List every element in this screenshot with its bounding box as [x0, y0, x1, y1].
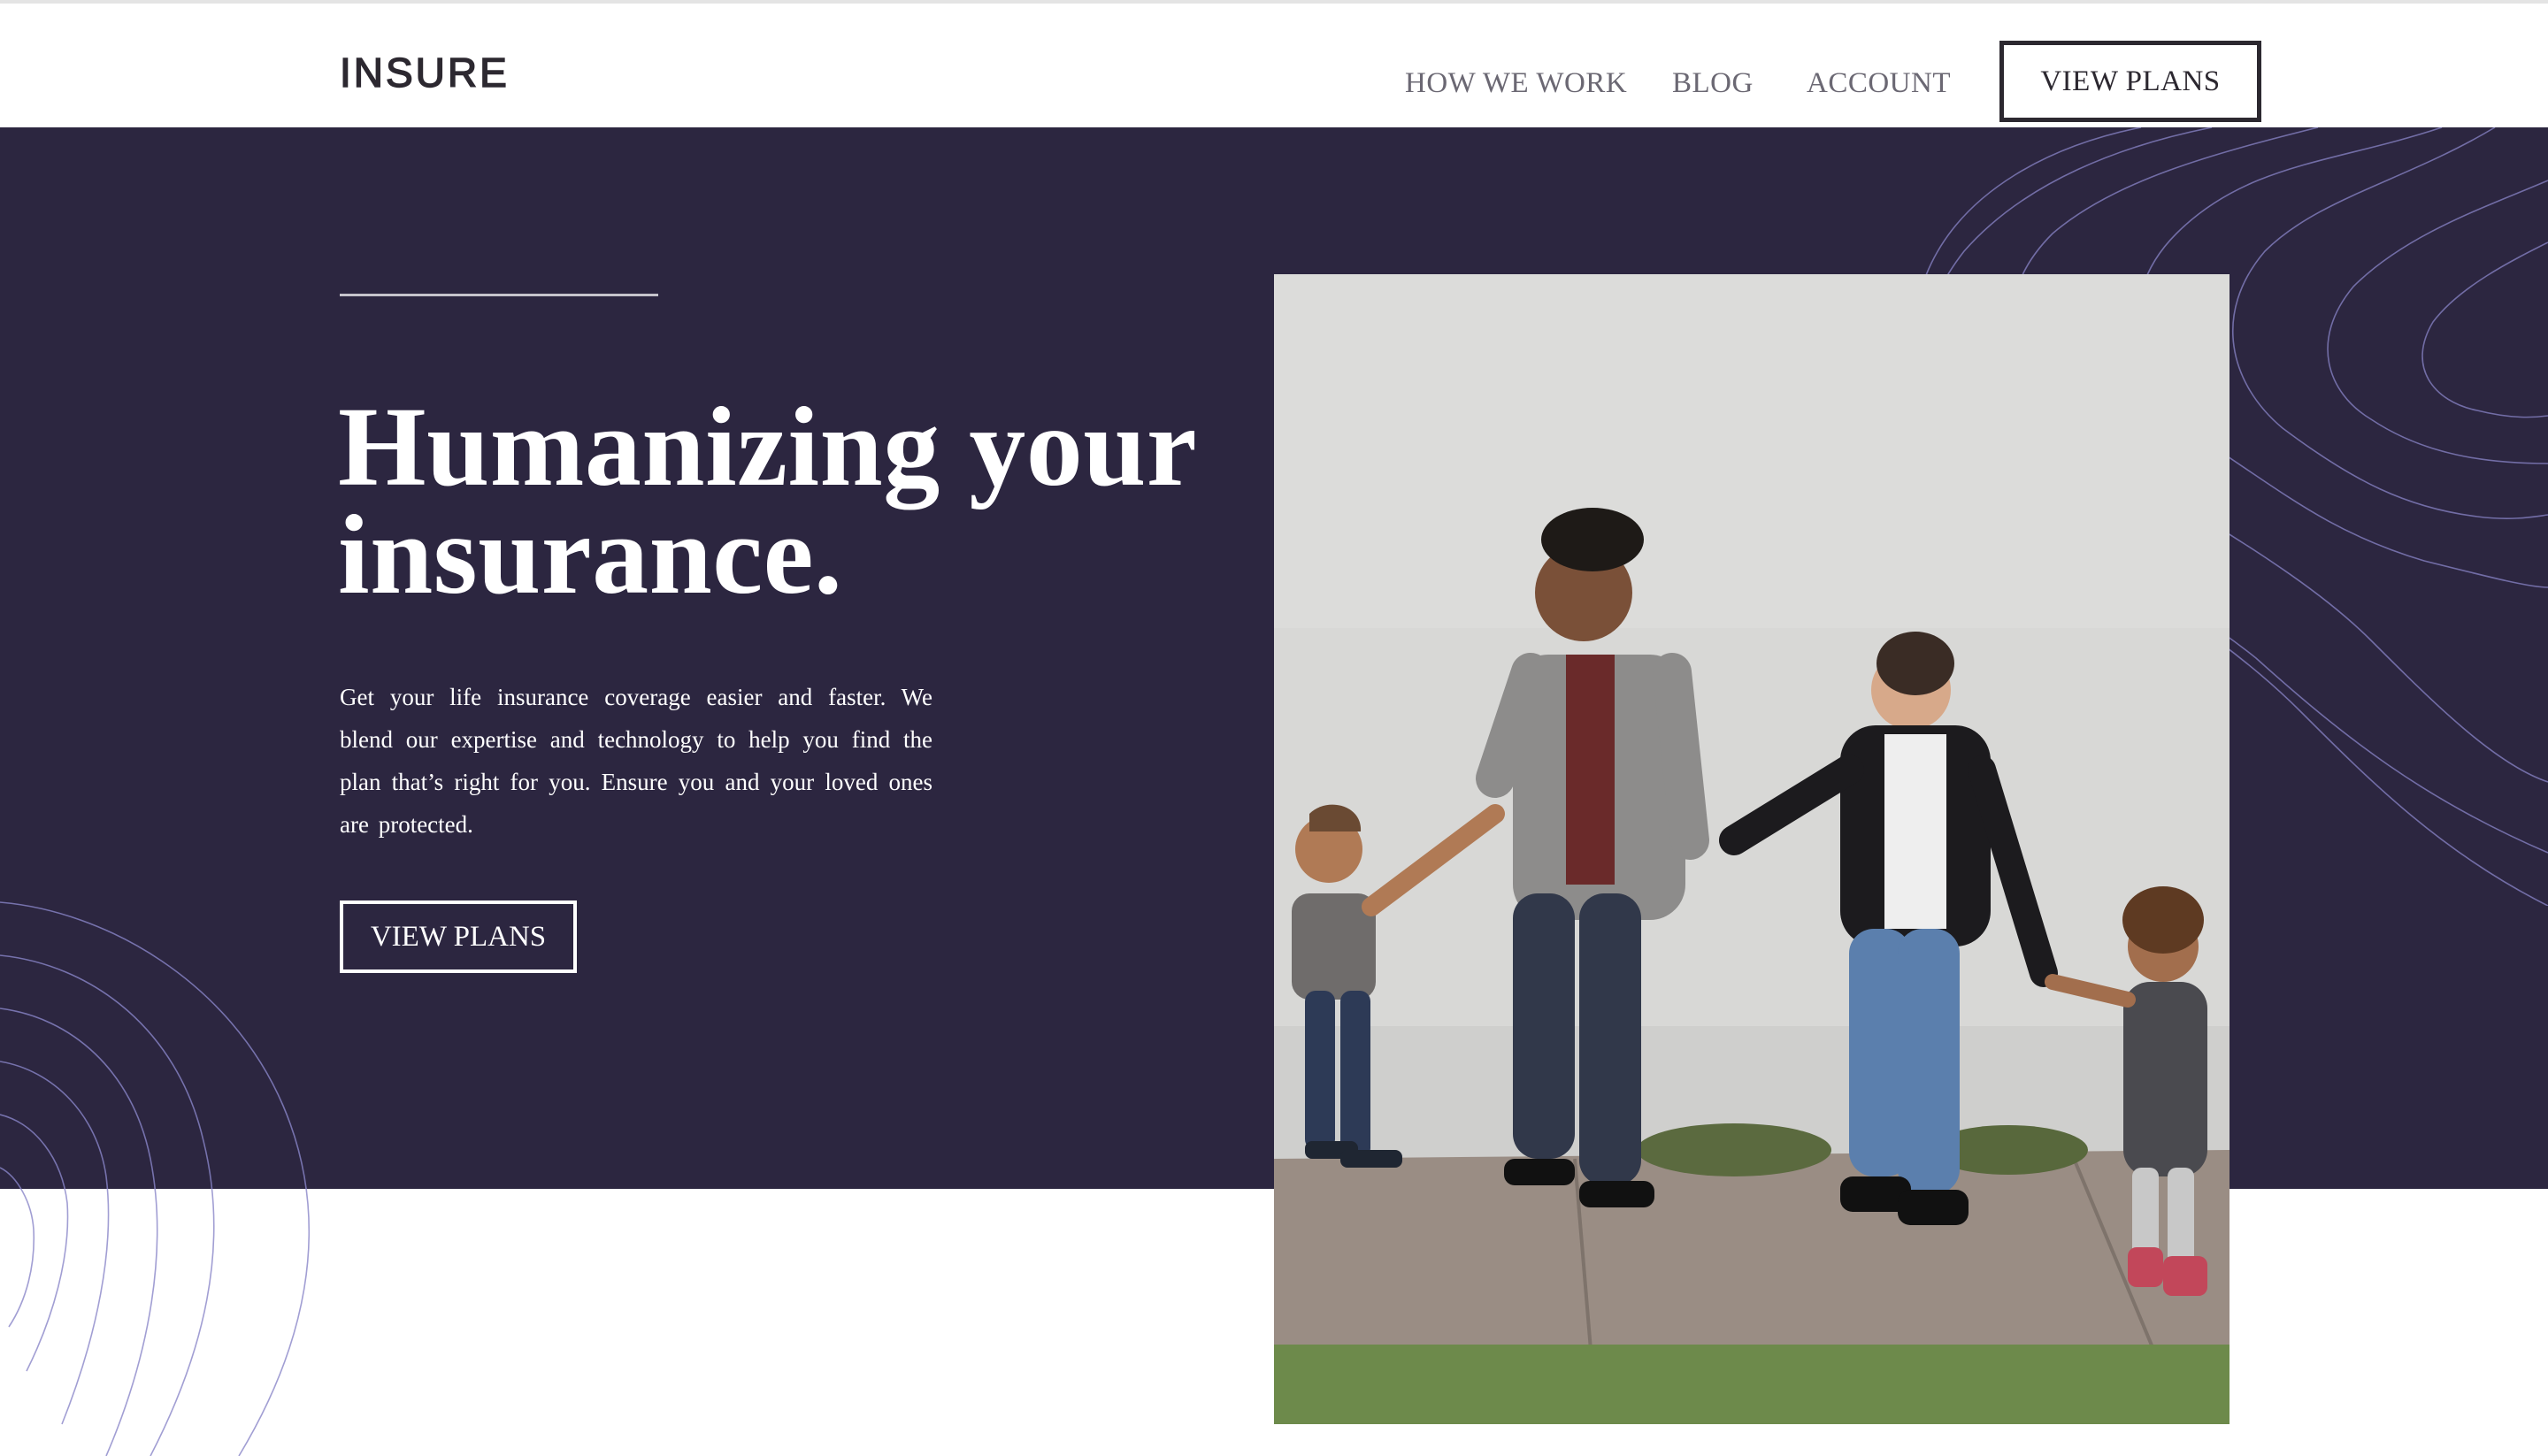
nav-account[interactable]: ACCOUNT	[1807, 65, 1951, 101]
family-photo	[1274, 274, 2230, 1424]
hero-title-line2: insurance.	[338, 492, 843, 617]
svg-text:INSURE: INSURE	[340, 53, 510, 92]
hero-description: Get your life insurance coverage easier …	[340, 684, 932, 838]
view-plans-header-button[interactable]: VIEW PLANS	[1999, 41, 2261, 122]
hero-title: Humanizing your insurance.	[338, 390, 1223, 611]
contour-lines-left-icon	[0, 901, 311, 1456]
site-header: INSURE HOW WE WORK BLOG ACCOUNT VIEW PLA…	[0, 4, 2548, 127]
view-plans-hero-button[interactable]: VIEW PLANS	[340, 900, 577, 973]
nav-blog[interactable]: BLOG	[1672, 65, 1754, 101]
insure-logo[interactable]: INSURE	[340, 53, 538, 92]
hero-title-line1: Humanizing your	[338, 384, 1198, 510]
nav-how-we-work[interactable]: HOW WE WORK	[1405, 65, 1627, 101]
hero-divider	[340, 294, 658, 296]
